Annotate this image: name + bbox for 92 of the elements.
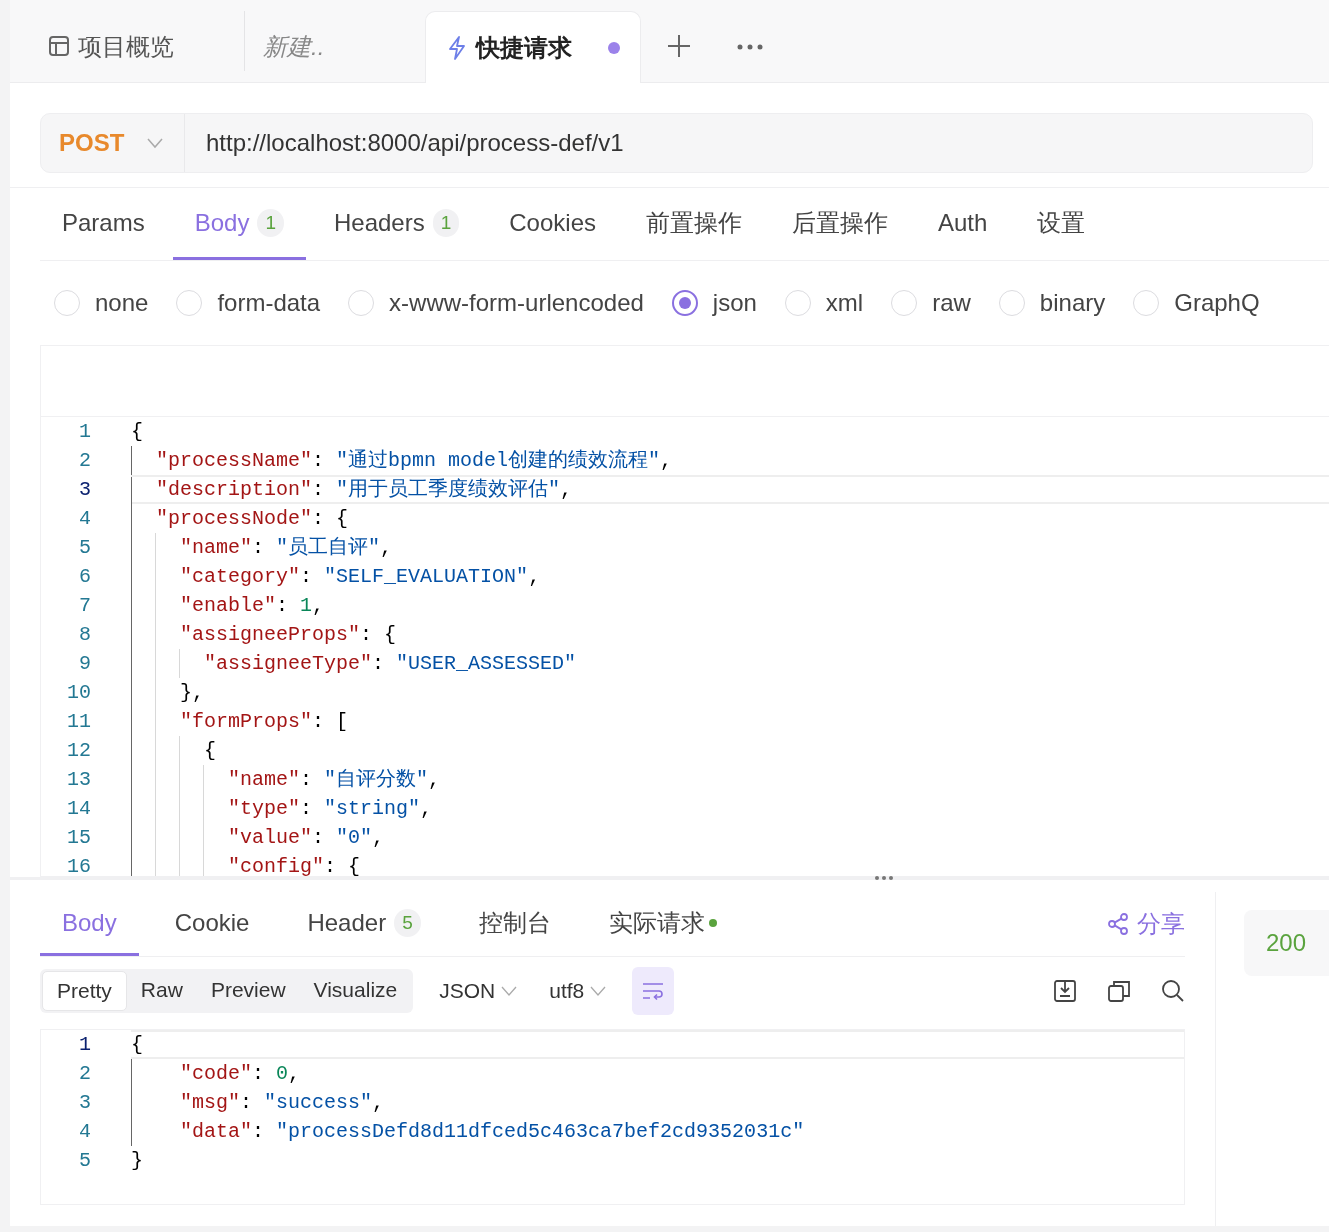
count-badge: 1 [432, 208, 460, 237]
code-line: "data": "processDefd8d11dfced5c463ca7bef2cd9352031c" [131, 1117, 1184, 1146]
radio-label[interactable]: form-data [217, 289, 321, 317]
code-line: "type": "string", [131, 794, 1329, 823]
radio-label[interactable]: GraphQ [1174, 289, 1260, 317]
view-option[interactable]: Visualize [299, 971, 412, 1011]
code-line: { [131, 419, 144, 445]
layout-icon [48, 35, 70, 59]
wrap-lines-icon [642, 981, 665, 1001]
code-line: "msg": "success", [131, 1088, 1184, 1117]
code-line: "value": "0", [131, 823, 1329, 852]
line-number: 5 [78, 536, 91, 559]
dropdown[interactable]: utf8 [543, 979, 613, 1003]
line-number: 4 [78, 1120, 91, 1143]
line-number: 3 [78, 478, 91, 501]
tab[interactable]: Headers [333, 208, 425, 237]
share-icon [1107, 913, 1129, 935]
code-line: "assigneeType": "USER_ASSESSED" [131, 649, 1329, 678]
search-icon[interactable] [1161, 979, 1185, 1003]
wrap-toggle[interactable] [632, 967, 675, 1015]
lightning-icon [446, 35, 468, 60]
copy-icon[interactable] [1107, 979, 1131, 1003]
line-number: 2 [78, 1062, 91, 1085]
line-number: 12 [66, 739, 91, 762]
code-line: "enable": 1, [131, 591, 1329, 620]
chevron-icon [501, 986, 518, 996]
line-number: 3 [78, 1091, 91, 1114]
tab[interactable]: 设置 [1037, 206, 1086, 239]
count-badge: 1 [257, 208, 284, 237]
tab[interactable]: Header [307, 908, 387, 937]
radio-label[interactable]: xml [825, 289, 864, 317]
radio-button[interactable] [671, 290, 698, 316]
tab[interactable]: Cookies [509, 208, 596, 237]
line-number: 4 [78, 507, 91, 530]
share-button[interactable]: 分享 [1107, 892, 1185, 956]
code-line: "description": "用于员工季度绩效评估", [131, 475, 1329, 504]
tab[interactable]: Body [194, 208, 250, 237]
tab[interactable]: Body [62, 908, 117, 937]
line-number: 16 [66, 855, 91, 876]
code-line: "category": "SELF_EVALUATION", [131, 562, 1329, 591]
line-number: 9 [78, 652, 91, 675]
line-number: 2 [78, 449, 91, 472]
code-line: }, [131, 678, 1329, 707]
code-line: } [131, 1148, 144, 1174]
document-tab[interactable]: 快捷请求 [425, 11, 641, 83]
radio-label[interactable]: none [95, 289, 149, 317]
code-line: "config": { [131, 852, 1329, 876]
tab[interactable]: 控制台 [478, 906, 551, 939]
tab[interactable]: 前置操作 [646, 206, 742, 239]
code-line: { [131, 1030, 1184, 1059]
line-number: 11 [66, 710, 91, 733]
code-line: "name": "自评分数", [131, 765, 1329, 794]
view-option[interactable]: Raw [126, 971, 197, 1011]
line-number: 8 [78, 623, 91, 646]
code-line: "formProps": [ [131, 707, 1329, 736]
line-number: 1 [78, 1033, 91, 1056]
tab[interactable]: 实际请求 [608, 906, 705, 939]
radio-label[interactable]: raw [932, 289, 971, 317]
radio-label[interactable]: x-www-form-urlencoded [389, 289, 644, 317]
url-field[interactable]: http://localhost:8000/api/process-def/v1 [185, 129, 624, 157]
line-number: 15 [66, 826, 91, 849]
line-number: 10 [66, 681, 91, 704]
radio-label[interactable]: json [712, 289, 757, 317]
tab[interactable]: Params [62, 208, 145, 237]
code-line: "name": "员工自评", [131, 533, 1329, 562]
code-line: "assigneeProps": { [131, 620, 1329, 649]
tab[interactable]: Auth [938, 208, 988, 237]
line-number: 1 [78, 420, 91, 443]
document-tab[interactable]: 项目概览 [36, 12, 186, 82]
dropdown[interactable]: JSON [433, 979, 524, 1003]
code-line: "processNode": { [131, 504, 1329, 533]
code-line: { [131, 736, 1329, 765]
view-option[interactable]: Preview [196, 971, 300, 1011]
chevron-icon [146, 137, 165, 149]
line-number: 14 [66, 797, 91, 820]
count-badge: 5 [394, 908, 421, 937]
tab[interactable]: Cookie [174, 908, 250, 937]
tab[interactable]: 后置操作 [792, 206, 888, 239]
download-icon[interactable] [1053, 979, 1077, 1003]
line-number: 6 [78, 565, 91, 588]
status-code: 200 [1244, 910, 1329, 976]
resize-handle-icon[interactable] [874, 875, 894, 881]
add-tab-icon[interactable] [667, 34, 691, 58]
line-number: 13 [66, 768, 91, 791]
more-icon[interactable] [737, 44, 763, 50]
radio-label[interactable]: binary [1039, 289, 1106, 317]
line-number: 5 [78, 1149, 91, 1172]
code-line: "code": 0, [131, 1059, 1184, 1088]
code-line: "processName": "通过bpmn model创建的绩效流程", [131, 446, 1329, 475]
view-option[interactable]: Pretty [42, 971, 127, 1011]
line-number: 7 [78, 594, 91, 617]
chevron-icon [590, 986, 607, 996]
